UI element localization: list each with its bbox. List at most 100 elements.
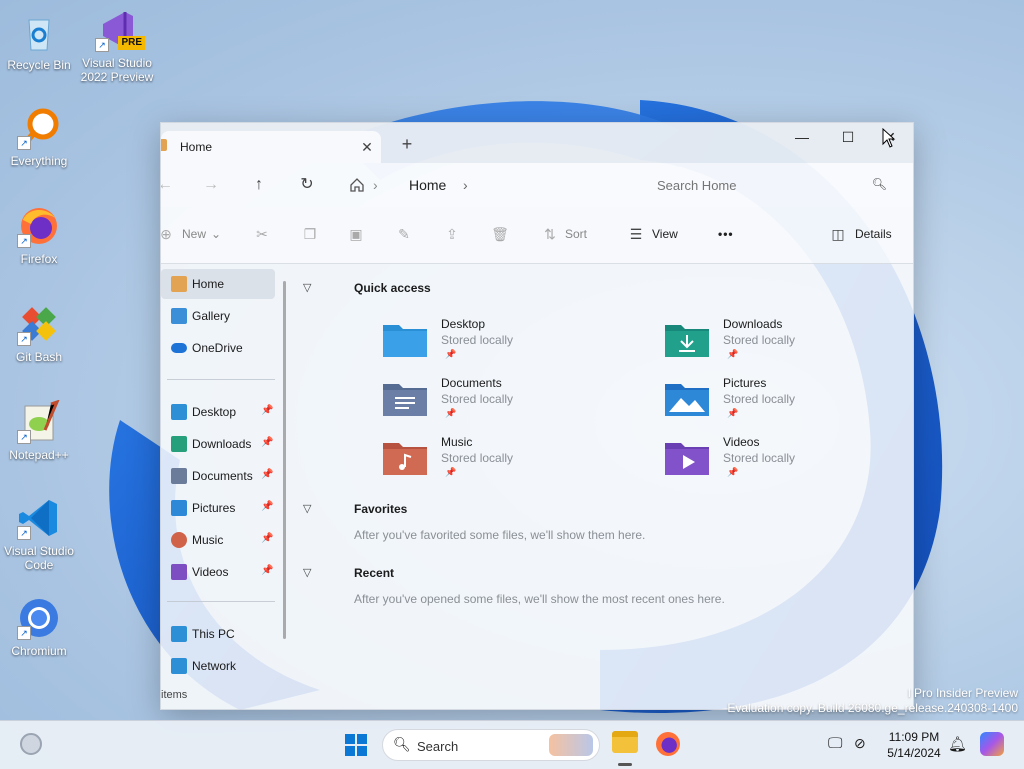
sidebar-item-label: Downloads: [192, 437, 252, 451]
pre-badge: PRE: [118, 36, 145, 50]
quick-access-item-pictures[interactable]: Pictures Stored locally 📌: [665, 374, 913, 430]
up-button[interactable]: ↑: [247, 173, 271, 197]
sidebar-item-music[interactable]: Music 📌: [161, 525, 275, 555]
copilot-icon[interactable]: [980, 732, 1004, 756]
new-tab-button[interactable]: +: [397, 135, 417, 155]
collapse-chevron-icon[interactable]: ▽: [303, 502, 311, 515]
content-area: ▽ Quick access Desktop Stored locally 📌 …: [291, 263, 913, 709]
network-tray-icon[interactable]: ⊘: [854, 735, 866, 752]
breadcrumb-home[interactable]: Home: [409, 177, 446, 193]
sidebar-scrollbar[interactable]: [283, 281, 286, 639]
new-dropdown-chevron-icon: ⌄: [211, 227, 222, 241]
item-name: Desktop: [441, 317, 486, 331]
cut-icon[interactable]: ✂: [253, 225, 271, 243]
more-options-button[interactable]: •••: [718, 227, 734, 241]
breadcrumb-chevron[interactable]: ›: [463, 177, 468, 193]
notepad-plus-plus-icon: ↗: [17, 399, 61, 444]
sidebar-item-videos[interactable]: Videos 📌: [161, 557, 275, 587]
file-explorer-taskbar-icon[interactable]: [612, 731, 638, 753]
sidebar-item-home[interactable]: Home: [161, 269, 275, 299]
sidebar-item-downloads[interactable]: Downloads 📌: [161, 429, 275, 459]
quick-access-item-documents[interactable]: Documents Stored locally 📌: [383, 374, 643, 430]
sidebar-item-label: This PC: [192, 627, 235, 641]
sidebar-item-label: Documents: [192, 469, 253, 483]
item-status: Stored locally: [723, 333, 796, 347]
sidebar-item-pictures[interactable]: Pictures 📌: [161, 493, 275, 523]
start-button-windows-icon[interactable]: [344, 733, 368, 757]
home-icon[interactable]: [345, 173, 369, 197]
network-icon: [171, 658, 187, 674]
sidebar-item-label: Videos: [192, 565, 229, 579]
refresh-button[interactable]: ↻: [295, 173, 319, 197]
paste-icon[interactable]: ▣: [347, 225, 365, 243]
maximize-button[interactable]: ☐: [825, 123, 871, 155]
watermark-edition: l Pro Insider Preview: [907, 686, 1018, 700]
sort-button[interactable]: Sort: [565, 227, 587, 241]
tab-home[interactable]: Home ✕: [161, 131, 381, 163]
taskbar-search-label: Search: [417, 739, 459, 754]
quick-access-item-music[interactable]: Music Stored locally 📌: [383, 433, 643, 489]
sidebar-divider: [167, 601, 275, 602]
minimize-button[interactable]: —: [779, 123, 825, 155]
desktop-icon-label: Visual Studio Code: [4, 544, 74, 572]
favorites-heading[interactable]: Favorites: [354, 502, 407, 516]
quick-access-item-downloads[interactable]: Downloads Stored locally 📌: [665, 315, 913, 371]
recent-heading[interactable]: Recent: [354, 566, 394, 580]
tab-label: Home: [180, 140, 213, 154]
desktop-icon-everything[interactable]: ↗ Everything: [0, 106, 78, 168]
desktop-icon-git-bash[interactable]: ↗ Git Bash: [0, 302, 78, 364]
sidebar-item-gallery[interactable]: Gallery: [161, 301, 275, 331]
file-explorer-window: Home ✕ + — ☐ ✕ ← → ↑ ↻ › Home › 🔍︎ ⊕ New…: [160, 122, 914, 710]
delete-icon[interactable]: 🗑︎: [491, 225, 509, 243]
sidebar-item-documents[interactable]: Documents 📌: [161, 461, 275, 491]
desktop-icon-label: Visual Studio 2022 Preview: [80, 56, 154, 84]
copy-icon[interactable]: ❐: [301, 225, 319, 243]
desktop-icon-label: Chromium: [11, 644, 67, 658]
chromium-icon: ↗: [17, 596, 61, 640]
visual-studio-icon: PRE ↗: [95, 8, 145, 52]
view-button[interactable]: View: [652, 227, 678, 241]
desktop-icon-label: Git Bash: [15, 350, 63, 364]
forward-button[interactable]: →: [199, 173, 223, 197]
firefox-taskbar-icon[interactable]: [656, 732, 680, 756]
collapse-chevron-icon[interactable]: ▽: [303, 566, 311, 579]
documents-folder-icon: [383, 384, 427, 416]
rename-icon[interactable]: ✎: [395, 225, 413, 243]
desktop-icon-firefox[interactable]: ↗ Firefox: [0, 204, 78, 266]
search-box[interactable]: 🔍︎: [645, 169, 901, 201]
back-button[interactable]: ←: [161, 173, 177, 197]
quick-access-heading[interactable]: Quick access: [354, 281, 431, 295]
details-button[interactable]: Details: [855, 227, 892, 241]
desktop-icon-vscode[interactable]: ↗ Visual Studio Code: [0, 496, 78, 572]
shortcut-arrow-icon: ↗: [95, 38, 109, 52]
item-name: Music: [441, 435, 473, 449]
display-tray-icon[interactable]: 🖵: [828, 735, 842, 752]
desktop-icon-notepad-plus-plus[interactable]: ↗ Notepad++: [0, 399, 78, 462]
taskbar-search-box[interactable]: 🔍︎ Search: [382, 729, 600, 761]
desktop-icon-visual-studio-preview[interactable]: PRE ↗ Visual Studio 2022 Preview: [78, 8, 156, 84]
pin-icon: 📌: [727, 349, 739, 359]
sidebar-item-network[interactable]: Network: [161, 651, 275, 681]
new-button[interactable]: New: [182, 227, 206, 241]
tab-close-button[interactable]: ✕: [357, 137, 377, 157]
notification-bell-icon[interactable]: 🔔︎: [948, 735, 967, 753]
desktop-icon-chromium[interactable]: ↗ Chromium: [0, 596, 78, 658]
search-input[interactable]: [645, 169, 901, 201]
quick-access-item-videos[interactable]: Videos Stored locally 📌: [665, 433, 913, 489]
sidebar-item-this-pc[interactable]: This PC: [161, 619, 275, 649]
clock[interactable]: 11:09 PM 5/14/2024: [880, 729, 948, 761]
onedrive-cloud-icon: [171, 343, 187, 353]
collapse-chevron-icon[interactable]: ▽: [303, 281, 311, 294]
this-pc-icon: [171, 626, 187, 642]
sort-icon: ⇅: [544, 226, 556, 242]
sidebar-item-desktop[interactable]: Desktop 📌: [161, 397, 275, 427]
item-status: Stored locally: [723, 392, 796, 406]
desktop-icon-recycle-bin[interactable]: Recycle Bin: [0, 10, 78, 72]
quick-access-item-desktop[interactable]: Desktop Stored locally 📌: [383, 315, 643, 371]
share-icon[interactable]: ⇪: [443, 225, 461, 243]
pictures-icon: [171, 500, 187, 516]
search-icon: 🔍︎: [393, 736, 411, 752]
widgets-icon[interactable]: [20, 733, 42, 755]
sidebar-item-onedrive[interactable]: OneDrive: [161, 333, 275, 363]
item-status: Stored locally: [723, 451, 796, 465]
